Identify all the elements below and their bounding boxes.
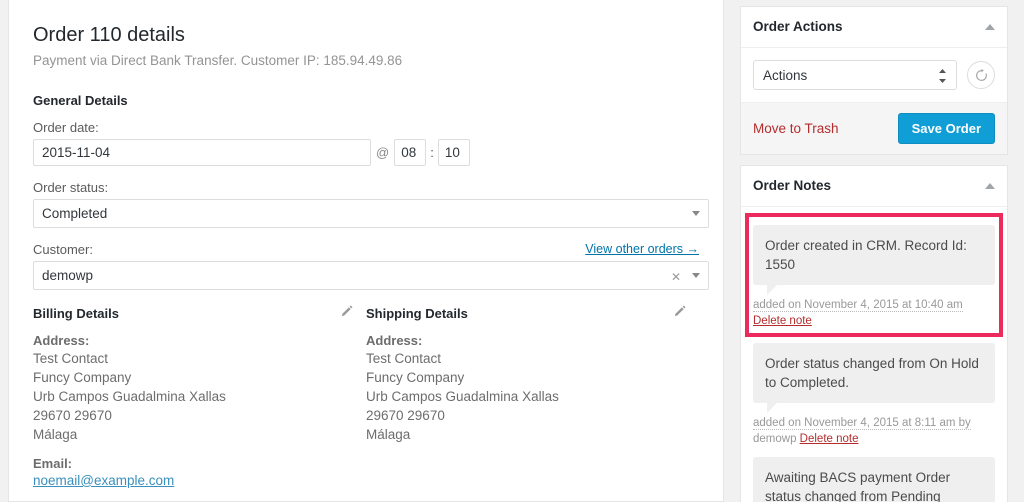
note-text: Order status changed from On Hold to Com… (753, 343, 995, 413)
order-date-input[interactable] (33, 138, 371, 166)
general-details-heading: General Details (33, 92, 128, 108)
billing-address-line: Funcy Company (33, 369, 132, 385)
customer-row: Customer: View other orders → (33, 242, 699, 257)
order-actions-footer: Move to Trash Save Order (741, 102, 1007, 154)
order-actions-body: Actions (741, 48, 1007, 102)
order-notes-title: Order Notes (753, 178, 832, 193)
order-action-select[interactable]: Actions (753, 60, 957, 90)
order-note-item: Awaiting BACS payment Order status chang… (753, 457, 995, 502)
billing-address-label: Address: (33, 332, 90, 348)
at-symbol: @ (376, 144, 390, 160)
order-minute-input[interactable] (437, 138, 470, 166)
collapse-toggle-icon[interactable] (985, 183, 995, 189)
order-notes-panel: Order Notes Order created in CRM. Record… (740, 165, 1008, 502)
payment-summary: Payment via Direct Bank Transfer. Custom… (33, 53, 403, 68)
shipping-address-label: Address: (366, 332, 423, 348)
order-action-value: Actions (763, 68, 808, 83)
billing-address-line: Test Contact (33, 350, 109, 366)
edit-shipping-pencil-icon[interactable] (673, 304, 687, 323)
customer-select[interactable]: demowp ✕ (33, 260, 709, 290)
collapse-toggle-icon[interactable] (985, 24, 995, 30)
billing-heading: Billing Details (33, 305, 119, 321)
order-details-screen: Order 110 details Payment via Direct Ban… (0, 0, 1024, 502)
order-note-item: Order status changed from On Hold to Com… (753, 343, 995, 447)
order-status-value: Completed (33, 198, 709, 228)
note-text: Order created in CRM. Record Id: 1550 (753, 225, 995, 295)
note-meta: added on November 4, 2015 at 8:11 am by … (753, 414, 995, 447)
delete-note-link[interactable]: Delete note (753, 315, 812, 327)
delete-note-link[interactable]: Delete note (800, 433, 859, 445)
order-notes-list: Order created in CRM. Record Id: 1550 ad… (741, 207, 1007, 502)
colon-separator: : (430, 144, 434, 160)
chevron-down-icon (692, 272, 700, 278)
order-status-select[interactable]: Completed (33, 198, 709, 228)
shipping-address-line: Funcy Company (366, 369, 465, 385)
order-details-panel: Order 110 details Payment via Direct Ban… (8, 0, 724, 502)
order-notes-header: Order Notes (741, 166, 1007, 207)
page-title: Order 110 details (33, 24, 185, 46)
chevron-down-icon (692, 210, 700, 216)
billing-email-label: Email: (33, 455, 73, 471)
save-order-button[interactable]: Save Order (897, 113, 995, 144)
stepper-arrows-icon (938, 68, 947, 88)
order-date-row: @ : (33, 138, 699, 166)
shipping-address-line: 29670 29670 (366, 407, 445, 423)
shipping-details-column: Shipping Details Address: Test Contact F… (366, 304, 699, 501)
shipping-address-line: Test Contact (366, 350, 442, 366)
note-timestamp: added on November 4, 2015 at 8:11 am by (753, 417, 971, 430)
order-actions-title: Order Actions (753, 19, 843, 34)
customer-value: demowp (33, 260, 709, 290)
refresh-button[interactable] (967, 61, 995, 89)
billing-email-link[interactable]: noemail@example.com (33, 473, 174, 488)
sidebar: Order Actions Actions Move to Trash Save… (740, 6, 1008, 502)
order-status-label: Order status: (33, 179, 109, 195)
move-to-trash-link[interactable]: Move to Trash (753, 121, 839, 136)
note-timestamp: added on November 4, 2015 at 10:40 am (753, 299, 963, 312)
note-meta: added on November 4, 2015 at 10:40 am De… (753, 296, 995, 329)
edit-billing-pencil-icon[interactable] (340, 304, 354, 323)
clear-icon[interactable]: ✕ (671, 270, 681, 284)
shipping-heading: Shipping Details (366, 305, 468, 321)
actions-row: Actions (753, 60, 995, 90)
shipping-address-line: Málaga (366, 426, 411, 442)
order-actions-header: Order Actions (741, 7, 1007, 48)
billing-details-column: Billing Details Address: Test Contact Fu… (33, 304, 366, 501)
billing-address-line: Urb Campos Guadalmina Xallas (33, 388, 226, 404)
order-date-label: Order date: (33, 119, 99, 135)
note-author: demowp (753, 433, 797, 445)
address-columns: Billing Details Address: Test Contact Fu… (33, 304, 699, 501)
order-hour-input[interactable] (394, 138, 427, 166)
order-actions-panel: Order Actions Actions Move to Trash Save… (740, 6, 1008, 155)
refresh-icon (975, 68, 987, 81)
billing-address-line: 29670 29670 (33, 407, 112, 423)
shipping-address-line: Urb Campos Guadalmina Xallas (366, 388, 559, 404)
order-note-item: Order created in CRM. Record Id: 1550 ad… (745, 213, 1003, 337)
note-text: Awaiting BACS payment Order status chang… (753, 457, 995, 502)
billing-address-line: Málaga (33, 426, 78, 442)
view-other-orders-link[interactable]: View other orders → (585, 242, 699, 256)
